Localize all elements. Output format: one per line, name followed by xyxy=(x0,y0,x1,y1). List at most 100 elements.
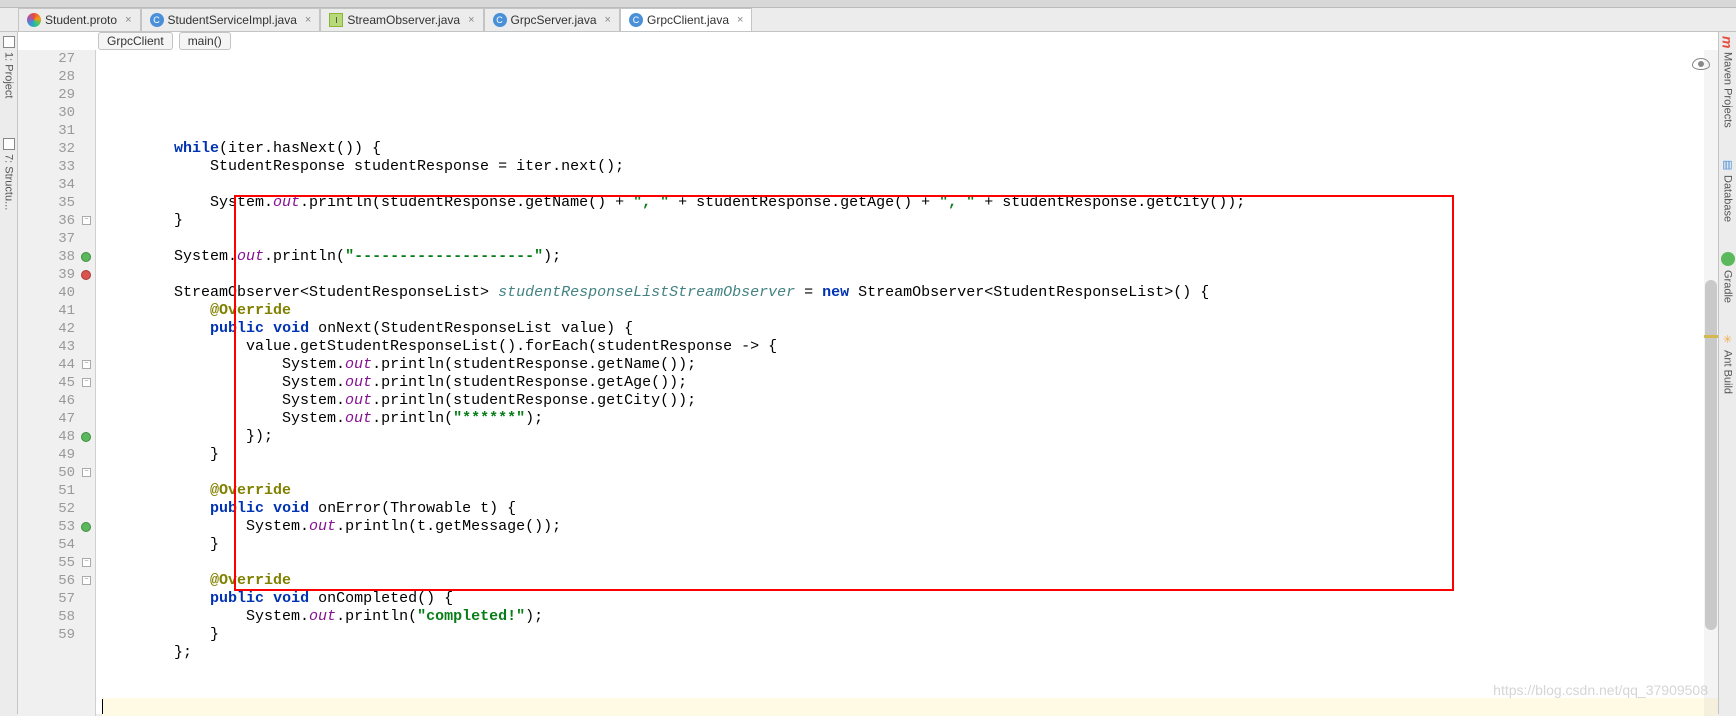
tool-database-label: Database xyxy=(1722,175,1734,222)
line-number: 56− xyxy=(18,572,75,590)
breadcrumb-method[interactable]: main() xyxy=(179,32,231,50)
line-number: 46 xyxy=(18,392,75,410)
scroll-thumb[interactable] xyxy=(1705,280,1717,630)
line-number-gutter: 27282930313233343536−3738394041424344−45… xyxy=(18,50,96,716)
line-number: 33 xyxy=(18,158,75,176)
code-area[interactable]: while(iter.hasNext()) { StudentResponse … xyxy=(96,50,1718,716)
gradle-icon xyxy=(1721,252,1735,266)
line-number: 36− xyxy=(18,212,75,230)
proto-file-icon xyxy=(27,13,41,27)
code-line[interactable] xyxy=(102,464,1718,482)
line-number: 42 xyxy=(18,320,75,338)
tool-gradle-label: Gradle xyxy=(1722,270,1734,303)
code-line[interactable]: System.out.println("completed!"); xyxy=(102,608,1718,626)
gutter-marker-icon[interactable] xyxy=(81,522,91,532)
tool-structure[interactable]: 7: Structu... xyxy=(3,138,15,210)
gutter-marker-icon[interactable] xyxy=(81,432,91,442)
line-number: 53 xyxy=(18,518,75,536)
editor-tab-4[interactable]: GrpcClient.java× xyxy=(620,8,752,31)
code-line[interactable]: System.out.println(studentResponse.getCi… xyxy=(102,392,1718,410)
tool-ant[interactable]: ✳ Ant Build xyxy=(1721,333,1734,394)
fold-icon[interactable]: − xyxy=(82,576,91,585)
gutter-marker-icon[interactable] xyxy=(81,270,91,280)
fold-icon[interactable]: − xyxy=(82,468,91,477)
line-number: 47 xyxy=(18,410,75,428)
editor-tab-3[interactable]: GrpcServer.java × xyxy=(484,8,620,31)
code-line[interactable]: while(iter.hasNext()) { xyxy=(102,140,1718,158)
structure-icon xyxy=(3,138,15,150)
code-line[interactable] xyxy=(102,176,1718,194)
tab-close-icon[interactable]: × xyxy=(125,14,131,26)
code-line[interactable]: } xyxy=(102,626,1718,644)
ant-build-icon: ✳ xyxy=(1721,333,1734,346)
code-line[interactable]: StudentResponse studentResponse = iter.n… xyxy=(102,158,1718,176)
code-line[interactable] xyxy=(102,230,1718,248)
line-number: 30 xyxy=(18,104,75,122)
right-tool-gutter: m Maven Projects ▥ Database Gradle ✳ Ant… xyxy=(1718,32,1736,714)
code-line[interactable]: @Override xyxy=(102,572,1718,590)
line-number: 50− xyxy=(18,464,75,482)
code-line[interactable] xyxy=(102,680,1718,698)
code-line[interactable]: System.out.println(t.getMessage()); xyxy=(102,518,1718,536)
gutter-marker-icon[interactable] xyxy=(81,252,91,262)
code-line[interactable]: System.out.println("--------------------… xyxy=(102,248,1718,266)
line-number: 48 xyxy=(18,428,75,446)
fold-icon[interactable]: − xyxy=(82,360,91,369)
code-line[interactable]: }); xyxy=(102,428,1718,446)
code-line[interactable] xyxy=(102,266,1718,284)
code-line[interactable]: }; xyxy=(102,644,1718,662)
code-line[interactable]: } xyxy=(102,446,1718,464)
code-line[interactable]: public void onError(Throwable t) { xyxy=(102,500,1718,518)
editor-tab-1[interactable]: StudentServiceImpl.java× xyxy=(141,8,321,31)
tool-project[interactable]: 1: Project xyxy=(3,36,15,98)
left-tool-gutter: 1: Project 7: Structu... xyxy=(0,32,18,714)
editor-tab-0[interactable]: Student.proto × xyxy=(18,8,141,31)
tab-close-icon[interactable]: × xyxy=(468,14,474,26)
line-number: 49 xyxy=(18,446,75,464)
tab-close-icon[interactable]: × xyxy=(605,14,611,26)
code-line[interactable]: StreamObserver<StudentResponseList> stud… xyxy=(102,284,1718,302)
code-line[interactable]: public void onCompleted() { xyxy=(102,590,1718,608)
line-number: 44− xyxy=(18,356,75,374)
inspections-eye-icon[interactable] xyxy=(1692,58,1710,70)
tab-close-icon[interactable]: × xyxy=(737,14,743,26)
code-line[interactable]: @Override xyxy=(102,482,1718,500)
fold-icon[interactable]: − xyxy=(82,216,91,225)
maven-icon: m xyxy=(1720,36,1736,48)
code-line[interactable]: System.out.println(studentResponse.getNa… xyxy=(102,194,1718,212)
code-editor[interactable]: 27282930313233343536−3738394041424344−45… xyxy=(18,50,1718,716)
vertical-scrollbar[interactable] xyxy=(1704,50,1718,716)
code-line[interactable]: System.out.println("******"); xyxy=(102,410,1718,428)
line-number: 45− xyxy=(18,374,75,392)
code-line[interactable]: System.out.println(studentResponse.getAg… xyxy=(102,374,1718,392)
line-number: 31 xyxy=(18,122,75,140)
code-line[interactable] xyxy=(102,122,1718,140)
line-number: 58 xyxy=(18,608,75,626)
line-number: 59 xyxy=(18,626,75,644)
code-line[interactable]: value.getStudentResponseList().forEach(s… xyxy=(102,338,1718,356)
tool-database[interactable]: ▥ Database xyxy=(1721,158,1734,222)
code-line[interactable]: System.out.println(studentResponse.getNa… xyxy=(102,356,1718,374)
window-top-border xyxy=(0,0,1736,8)
code-line[interactable]: } xyxy=(102,536,1718,554)
breadcrumb-class[interactable]: GrpcClient xyxy=(98,32,173,50)
code-line[interactable]: } xyxy=(102,212,1718,230)
fold-icon[interactable]: − xyxy=(82,558,91,567)
fold-icon[interactable]: − xyxy=(82,378,91,387)
code-line[interactable] xyxy=(102,554,1718,572)
code-line[interactable] xyxy=(102,662,1718,680)
tool-project-label: 1: Project xyxy=(3,52,15,98)
editor-tab-2[interactable]: StreamObserver.java× xyxy=(320,8,483,31)
line-number: 28 xyxy=(18,68,75,86)
code-line[interactable]: public void onNext(StudentResponseList v… xyxy=(102,320,1718,338)
tab-close-icon[interactable]: × xyxy=(305,14,311,26)
line-number: 54 xyxy=(18,536,75,554)
code-line[interactable] xyxy=(102,698,1718,716)
code-line[interactable]: @Override xyxy=(102,302,1718,320)
tab-label: Student.proto xyxy=(45,13,117,27)
stream-file-icon xyxy=(329,13,343,27)
line-number: 37 xyxy=(18,230,75,248)
tab-label: GrpcServer.java xyxy=(511,13,597,27)
tool-gradle[interactable]: Gradle xyxy=(1721,252,1735,303)
line-number: 41 xyxy=(18,302,75,320)
